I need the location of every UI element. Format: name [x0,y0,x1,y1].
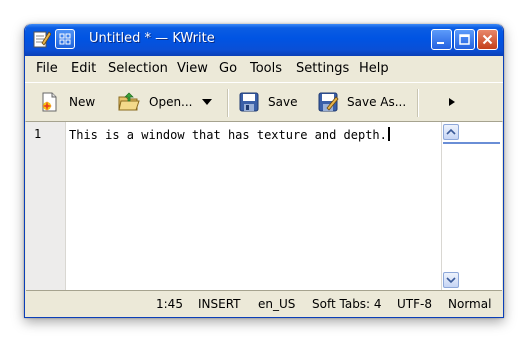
chevron-right-icon [449,98,455,106]
menu-help[interactable]: Help [359,61,389,76]
open-folder-icon [118,92,140,111]
input-mode[interactable]: INSERT [198,297,241,311]
save-as-label: Save As... [347,95,407,109]
save-button[interactable]: Save [238,83,297,121]
menu-tools[interactable]: Tools [250,61,282,76]
menu-file[interactable]: File [36,61,58,76]
menu-view[interactable]: View [177,61,208,76]
close-button[interactable] [477,29,498,50]
close-icon [482,34,493,45]
menu-go[interactable]: Go [219,61,237,76]
file-encoding[interactable]: UTF-8 [397,297,432,311]
chevron-down-icon [446,277,456,284]
save-label: Save [268,95,298,109]
toolbar-separator [417,89,419,117]
indentation-mode[interactable]: Soft Tabs: 4 [312,297,382,311]
new-label: New [69,95,96,109]
menu-settings[interactable]: Settings [296,61,349,76]
kwrite-window: Untitled * — KWrite File Edit Selection … [24,24,504,318]
window-title: Untitled * — KWrite [89,31,215,46]
status-bar: 1:45 INSERT en_US Soft Tabs: 4 UTF-8 Nor… [25,292,503,317]
minimize-button[interactable] [431,29,452,50]
line-number-gutter: 1 [26,122,66,290]
text-cursor [387,127,390,141]
kwrite-app-icon[interactable] [31,29,52,49]
editor-text-line[interactable]: This is a window that has texture and de… [69,127,390,142]
editor-area[interactable]: 1 This is a window that has texture and … [26,121,502,291]
new-button[interactable]: New [39,83,95,121]
scroll-position-indicator[interactable] [443,142,500,144]
maximize-button[interactable] [454,29,475,50]
highlighting-mode[interactable]: Normal [448,297,491,311]
scroll-down-button[interactable] [443,272,459,288]
editor-text-content: This is a window that has texture and de… [69,128,387,142]
new-document-icon [42,92,57,112]
toolbar-separator [227,89,229,117]
vertical-scrollbar[interactable] [441,122,502,290]
title-bar[interactable]: Untitled * — KWrite [25,24,503,56]
scroll-up-button[interactable] [443,124,459,140]
minimize-icon [437,42,444,44]
open-label: Open... [149,95,193,109]
save-as-button[interactable]: Save As... [317,83,406,121]
line-number: 1 [34,127,42,141]
menu-bar: File Edit Selection View Go Tools Settin… [25,56,503,80]
menu-edit[interactable]: Edit [71,61,96,76]
chevron-up-icon [446,128,456,135]
window-menu-button[interactable] [55,29,75,49]
toolbar-overflow-button[interactable] [448,83,464,121]
menu-selection[interactable]: Selection [108,61,168,76]
open-dropdown-arrow[interactable] [201,83,221,121]
save-as-icon [318,92,339,112]
window-menu-icon [59,33,71,45]
spellcheck-language[interactable]: en_US [258,297,295,311]
cursor-position[interactable]: 1:45 [156,297,183,311]
save-disk-icon [239,92,259,112]
open-button[interactable]: Open... [117,83,193,121]
maximize-icon [459,34,470,45]
dropdown-arrow-icon [202,99,212,105]
main-toolbar: New Open... Save Save As... [25,82,503,122]
